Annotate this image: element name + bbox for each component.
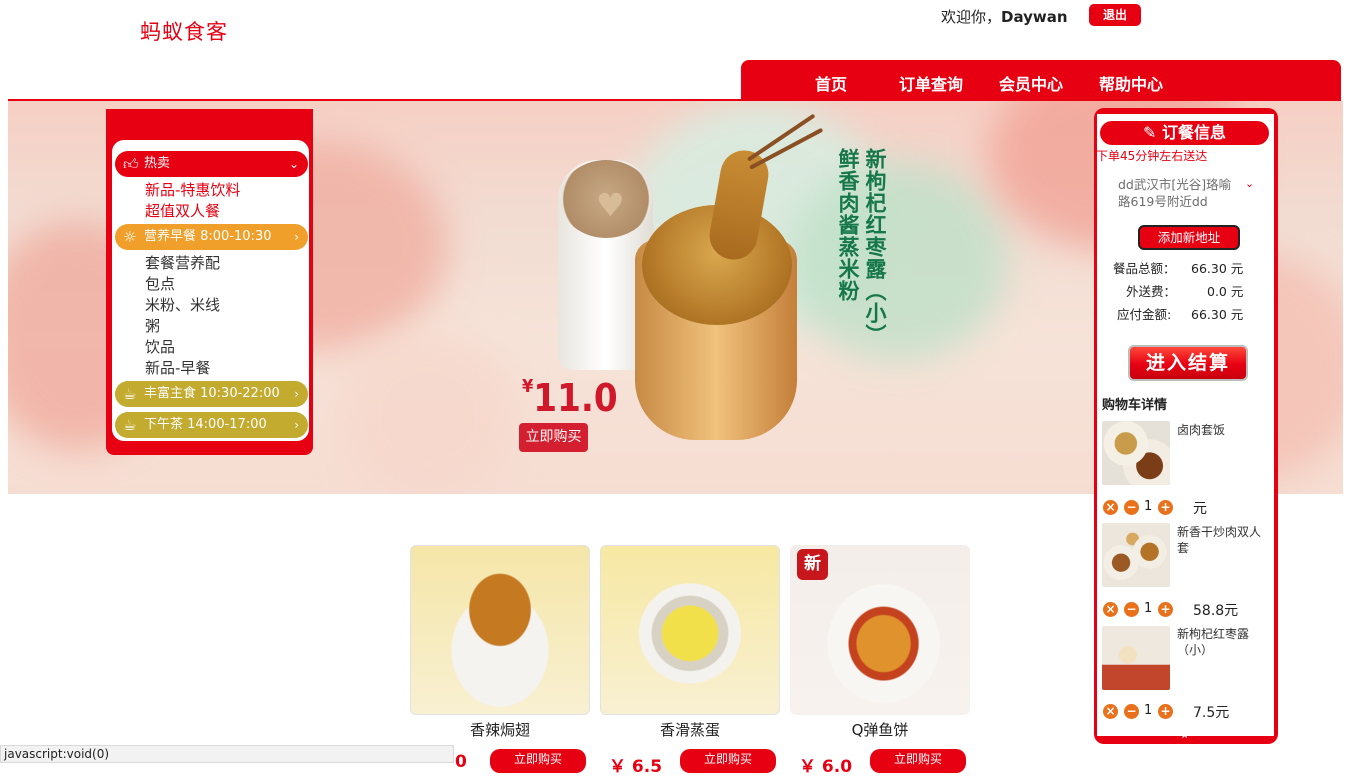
banner-buy-button[interactable]: 立即购买 bbox=[519, 423, 588, 452]
cart-title: 购物车详情 bbox=[1102, 398, 1168, 413]
pay-label: 应付金额: bbox=[1117, 307, 1172, 322]
sun-icon: ☼ bbox=[123, 228, 137, 246]
minus-icon[interactable]: − bbox=[1124, 602, 1139, 617]
product-price: ￥ 6.0 bbox=[799, 757, 853, 777]
minus-icon[interactable]: − bbox=[1124, 704, 1139, 719]
thumbs-up-icon: 👍︎ bbox=[123, 155, 139, 173]
cart-item-qty: 1 bbox=[1144, 499, 1153, 514]
cart-item-image bbox=[1102, 421, 1170, 485]
cart-item-image bbox=[1102, 626, 1170, 690]
fee-value: 0.0 元 bbox=[1207, 284, 1244, 299]
product-name[interactable]: 香滑蒸蛋 bbox=[600, 719, 780, 740]
cart-item-qty: 1 bbox=[1144, 601, 1153, 616]
nav-help-center[interactable]: 帮助中心 bbox=[1099, 71, 1163, 95]
chevron-right-icon: › bbox=[294, 387, 299, 401]
total-label: 餐品总额： bbox=[1113, 261, 1176, 276]
menu-group-hot[interactable]: 👍︎ 热卖 ⌄ bbox=[115, 151, 308, 177]
cup-icon: ☕︎ bbox=[123, 385, 137, 403]
product-buy-button[interactable]: 立即购买 bbox=[680, 749, 776, 773]
cart-item-price: 58.8元 bbox=[1193, 603, 1239, 619]
minus-icon[interactable]: − bbox=[1124, 500, 1139, 515]
menu-group-afternoon-tea[interactable]: ☕︎ 下午茶 14:00-17:00 › bbox=[115, 412, 308, 438]
menu-item[interactable]: 粥 bbox=[145, 315, 160, 336]
total-value: 66.30 元 bbox=[1191, 261, 1244, 276]
cart-item-name: 新香干炒肉双人套 bbox=[1177, 525, 1262, 555]
chevron-up-icon[interactable]: ⌃ bbox=[1180, 733, 1189, 746]
banner-vertical-title-1: 新枸杞红枣露（小） bbox=[863, 148, 887, 346]
product-price: ￥ 6.5 bbox=[609, 757, 663, 777]
logout-button[interactable]: 退出 bbox=[1089, 4, 1141, 26]
cart-item-name: 新枸杞红枣露（小） bbox=[1177, 627, 1250, 657]
cup-icon: ☕︎ bbox=[123, 416, 137, 434]
order-info-title: ✎ 订餐信息 bbox=[1100, 121, 1269, 145]
product-buy-button[interactable]: 立即购买 bbox=[490, 749, 586, 773]
checkout-button[interactable]: 进入结算 bbox=[1128, 345, 1248, 381]
edit-icon: ✎ bbox=[1143, 123, 1162, 142]
menu-item[interactable]: 饮品 bbox=[145, 336, 175, 357]
chevron-right-icon: › bbox=[294, 418, 299, 432]
menu-item[interactable]: 包点 bbox=[145, 273, 175, 294]
nav-member-center[interactable]: 会员中心 bbox=[999, 71, 1063, 95]
chevron-right-icon: › bbox=[294, 230, 299, 244]
chevron-down-icon[interactable]: ⌄ bbox=[1245, 177, 1254, 190]
main-nav: 首页 订单查询 会员中心 帮助中心 bbox=[741, 60, 1341, 99]
banner-price: ¥11.0 bbox=[522, 376, 618, 420]
remove-icon[interactable]: × bbox=[1103, 500, 1118, 515]
chevron-down-icon: ⌄ bbox=[288, 157, 299, 171]
delivery-note: 下单45分钟左右送达 bbox=[1096, 149, 1208, 163]
product-buy-button[interactable]: 立即购买 bbox=[870, 749, 966, 773]
menu-item[interactable]: 套餐营养配 bbox=[145, 252, 220, 273]
cart-item-price: 7.5元 bbox=[1193, 705, 1230, 721]
welcome-prefix: 欢迎你， bbox=[941, 8, 1002, 26]
product-price: 0 bbox=[455, 752, 467, 772]
menu-group-title: 下午茶 14:00-17:00 bbox=[144, 417, 267, 432]
cart-item-qty: 1 bbox=[1144, 703, 1153, 718]
cart-item-name: 卤肉套饭 bbox=[1177, 423, 1226, 437]
cart-item-image bbox=[1102, 523, 1170, 587]
menu-item[interactable]: 新品-特惠饮料 bbox=[145, 179, 240, 200]
menu-item[interactable]: 米粉、米线 bbox=[145, 294, 220, 315]
username: Daywan bbox=[1001, 8, 1068, 26]
product-name[interactable]: 香辣焗翅 bbox=[410, 719, 590, 740]
site-logo[interactable]: 蚂蚁食客 bbox=[140, 16, 228, 46]
product-name[interactable]: Q弹鱼饼 bbox=[790, 719, 970, 740]
heart-latte-art: ♥ bbox=[596, 186, 625, 224]
plus-icon[interactable]: + bbox=[1158, 500, 1173, 515]
order-title-text: 订餐信息 bbox=[1161, 123, 1226, 142]
menu-group-main[interactable]: ☕︎ 丰富主食 10:30-22:00 › bbox=[115, 381, 308, 407]
menu-group-breakfast[interactable]: ☼ 营养早餐 8:00-10:30 › bbox=[115, 224, 308, 250]
product-image[interactable] bbox=[410, 545, 590, 715]
new-badge: 新 bbox=[797, 549, 828, 580]
nav-order-query[interactable]: 订单查询 bbox=[899, 71, 963, 95]
welcome-text: 欢迎你，Daywan bbox=[941, 6, 1068, 27]
menu-group-title: 热卖 bbox=[144, 156, 171, 171]
address-select[interactable]: dd武汉市[光谷]珞喻路619号附近dd bbox=[1118, 176, 1238, 210]
menu-group-title: 营养早餐 8:00-10:30 bbox=[144, 229, 272, 244]
price-currency: ¥ bbox=[522, 376, 534, 397]
add-address-button[interactable]: 添加新地址 bbox=[1138, 225, 1240, 250]
banner-vertical-title-2: 鲜香肉酱蒸米粉 bbox=[836, 148, 860, 302]
nav-home[interactable]: 首页 bbox=[815, 71, 847, 95]
remove-icon[interactable]: × bbox=[1103, 602, 1118, 617]
pay-value: 66.30 元 bbox=[1191, 307, 1244, 322]
fee-label: 外送费： bbox=[1126, 284, 1177, 299]
plus-icon[interactable]: + bbox=[1158, 704, 1173, 719]
menu-group-title: 丰富主食 10:30-22:00 bbox=[144, 386, 280, 401]
remove-icon[interactable]: × bbox=[1103, 704, 1118, 719]
browser-status-bar: javascript:void(0) bbox=[0, 745, 454, 763]
plus-icon[interactable]: + bbox=[1158, 602, 1173, 617]
cart-item-price: 元 bbox=[1193, 501, 1207, 517]
menu-item[interactable]: 超值双人餐 bbox=[145, 200, 220, 221]
product-image[interactable] bbox=[600, 545, 780, 715]
price-value: 11.0 bbox=[533, 376, 618, 420]
menu-item[interactable]: 新品-早餐 bbox=[145, 357, 210, 378]
